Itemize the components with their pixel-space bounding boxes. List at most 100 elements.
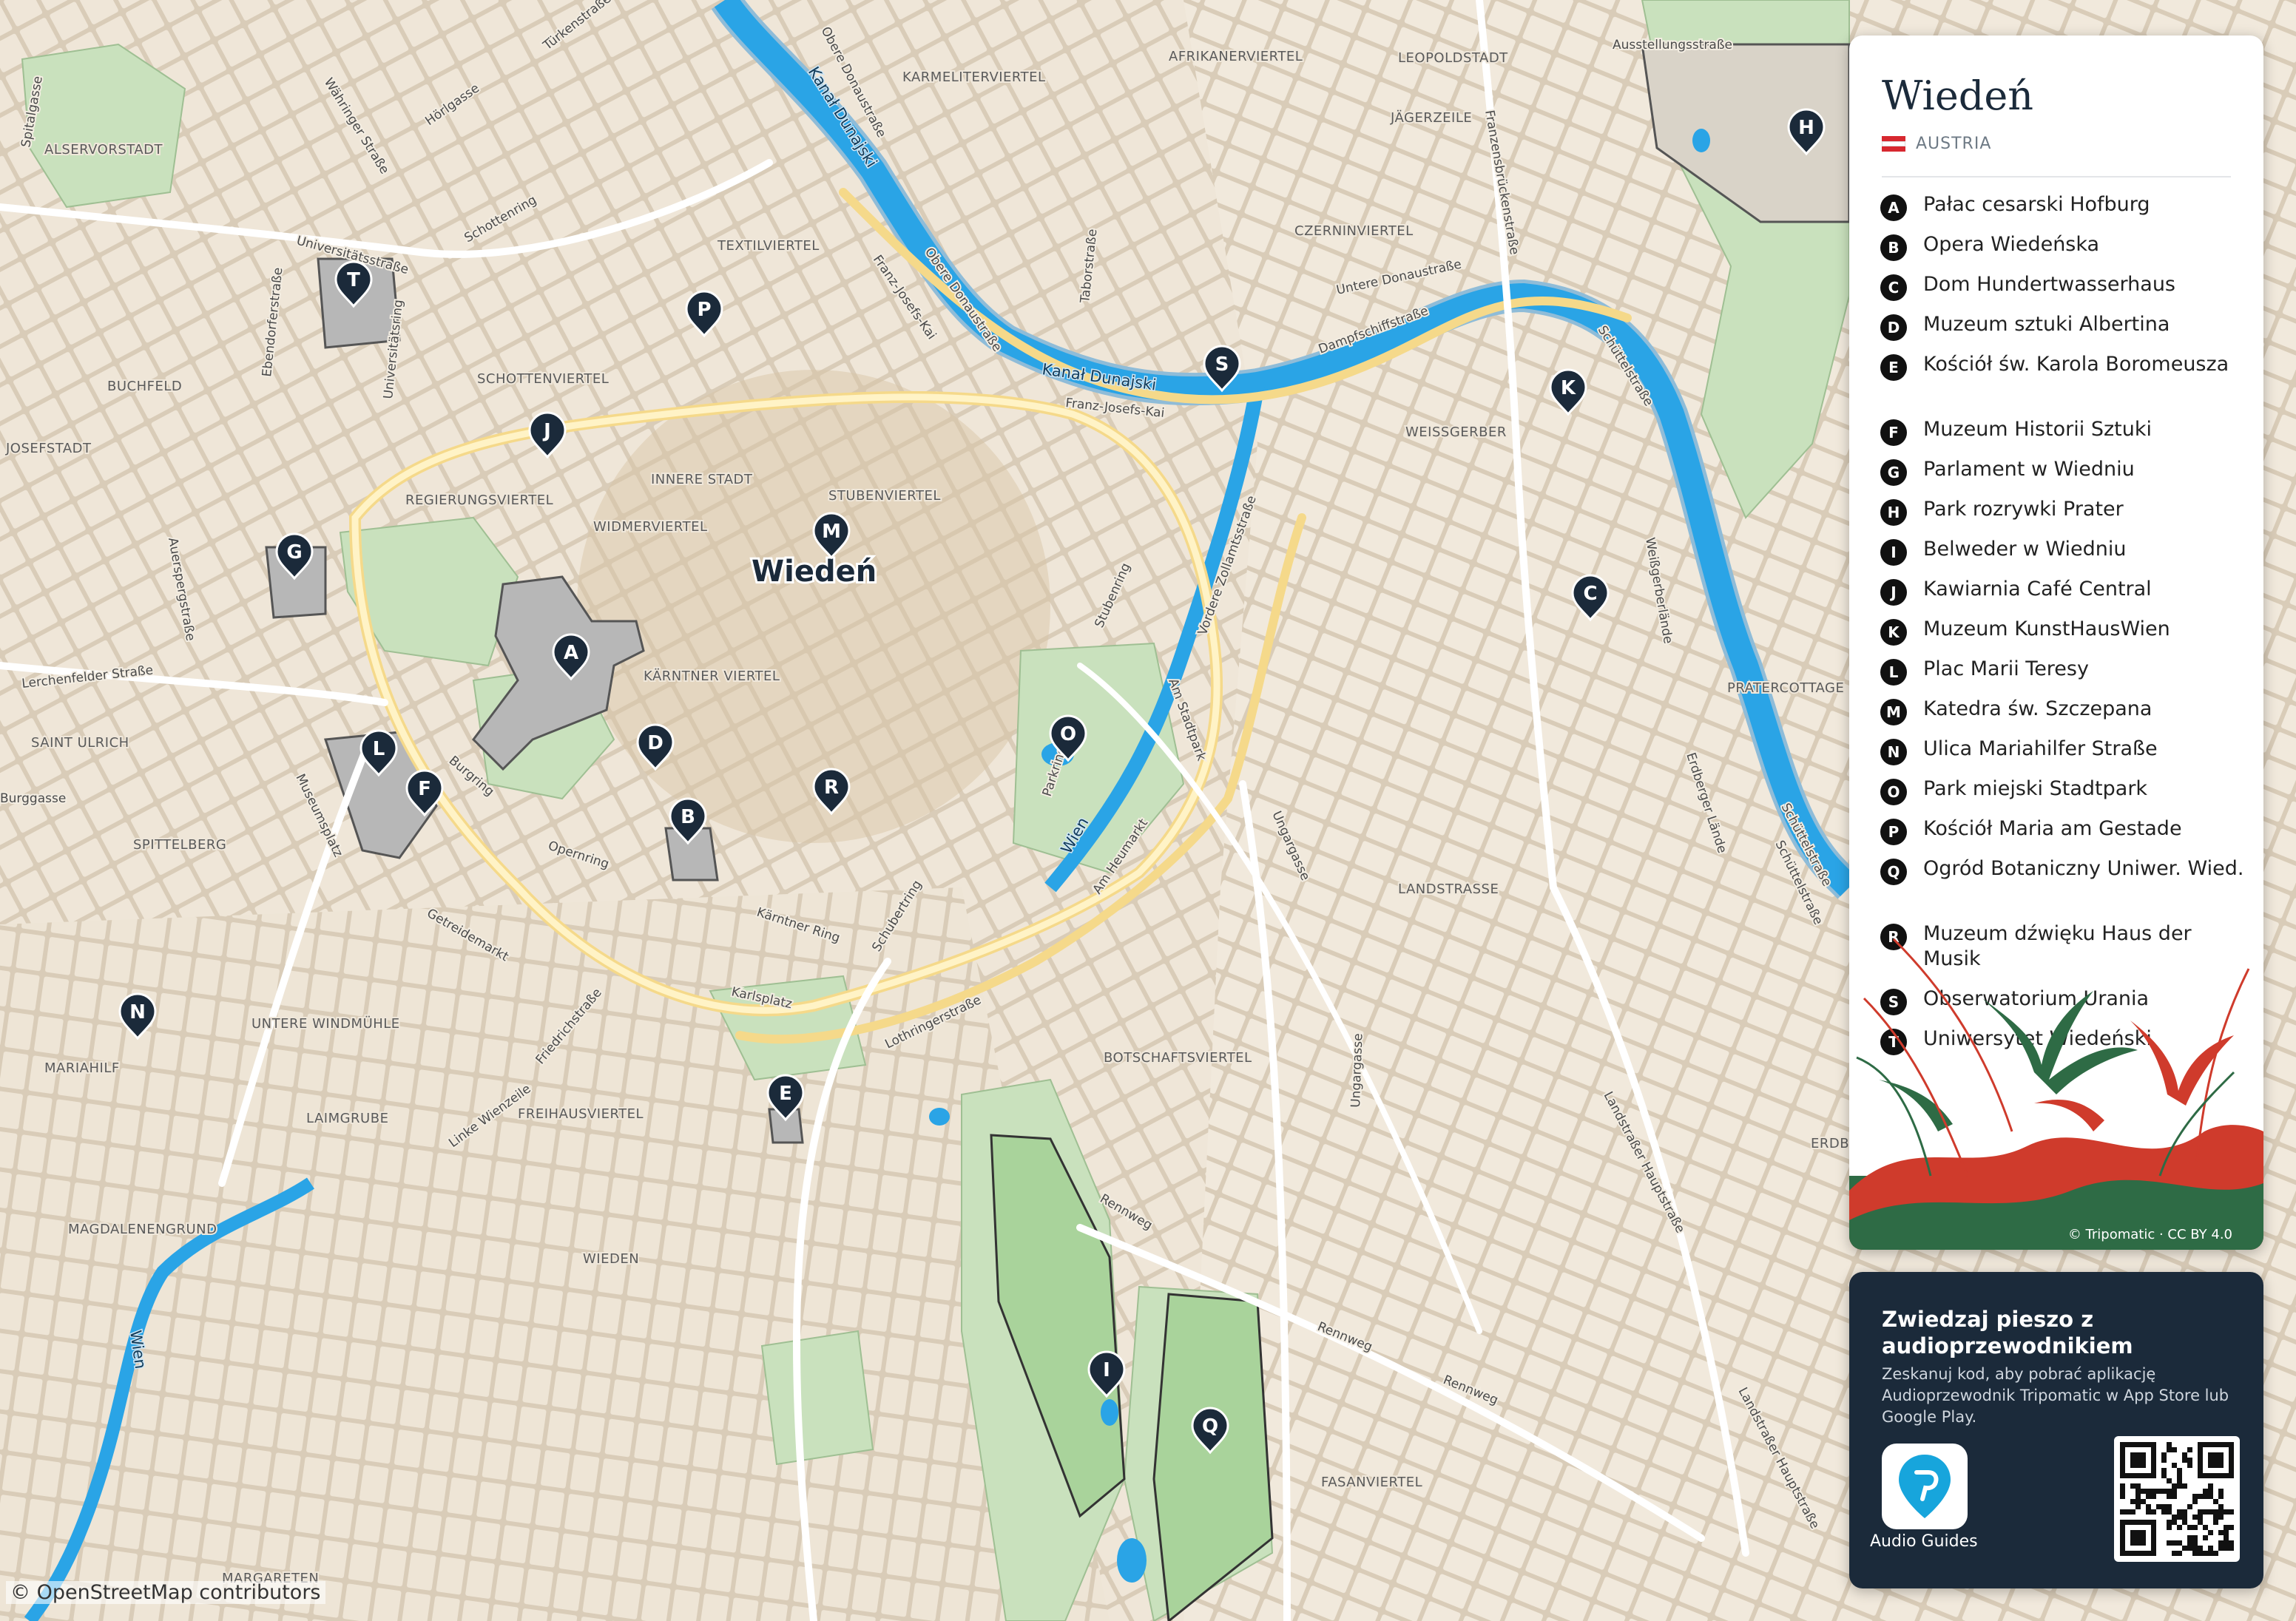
poi-item[interactable]: E Kościół św. Karola Boromeusza bbox=[1880, 352, 2250, 417]
poi-letter-badge: O bbox=[1880, 779, 1907, 805]
svg-text:SAINT ULRICH: SAINT ULRICH bbox=[31, 735, 129, 751]
svg-text:ALSERVORSTADT: ALSERVORSTADT bbox=[44, 142, 163, 158]
audio-guide-card: Zwiedzaj pieszo z audioprzewodnikiem Zes… bbox=[1849, 1272, 2263, 1588]
city-label: Wiedeń bbox=[752, 555, 877, 589]
qr-code-icon[interactable] bbox=[2114, 1436, 2240, 1562]
svg-text:KÄRNTNER VIERTEL: KÄRNTNER VIERTEL bbox=[644, 669, 780, 684]
poi-item[interactable]: B Opera Wiedeńska bbox=[1880, 232, 2250, 272]
svg-text:FREIHAUSVIERTEL: FREIHAUSVIERTEL bbox=[518, 1106, 644, 1122]
map-pin-letter: F bbox=[418, 778, 431, 800]
poi-name: Ulica Mariahilfer Straße bbox=[1923, 737, 2158, 760]
poi-item[interactable]: L Plac Marii Teresy bbox=[1880, 657, 2250, 697]
poi-item[interactable]: D Muzeum sztuki Albertina bbox=[1880, 312, 2250, 352]
poi-name: Muzeum KunstHausWien bbox=[1923, 617, 2170, 640]
map-pin-letter: H bbox=[1798, 117, 1814, 139]
poi-item[interactable]: F Muzeum Historii Sztuki bbox=[1880, 417, 2250, 457]
map-pin-letter: B bbox=[681, 806, 695, 828]
poi-name: Kościół Maria am Gestade bbox=[1923, 817, 2182, 840]
svg-text:TEXTILVIERTEL: TEXTILVIERTEL bbox=[717, 238, 820, 254]
map-pin-letter: E bbox=[779, 1083, 792, 1105]
poi-letter-badge: C bbox=[1880, 274, 1907, 301]
svg-text:WEISSGERBER: WEISSGERBER bbox=[1405, 424, 1507, 440]
poi-item[interactable]: N Ulica Mariahilfer Straße bbox=[1880, 737, 2250, 776]
map-pin-letter: D bbox=[647, 732, 664, 754]
poi-item[interactable]: A Pałac cesarski Hofburg bbox=[1880, 192, 2250, 232]
poi-letter-badge: B bbox=[1880, 234, 1907, 261]
map-pin-letter: C bbox=[1583, 583, 1597, 605]
poi-letter-badge: P bbox=[1880, 819, 1907, 845]
poi-name: Opera Wiedeńska bbox=[1923, 233, 2100, 256]
svg-text:Ausstellungsstraße: Ausstellungsstraße bbox=[1613, 38, 1732, 53]
svg-text:CZERNINVIERTEL: CZERNINVIERTEL bbox=[1294, 223, 1414, 239]
poi-name: Plac Marii Teresy bbox=[1923, 657, 2089, 680]
svg-text:STUBENVIERTEL: STUBENVIERTEL bbox=[828, 488, 941, 504]
poi-item[interactable]: P Kościół Maria am Gestade bbox=[1880, 816, 2250, 856]
svg-text:JOSEFSTADT: JOSEFSTADT bbox=[5, 441, 92, 456]
map-pin-letter: O bbox=[1060, 723, 1076, 745]
svg-text:BUCHFELD: BUCHFELD bbox=[107, 379, 182, 394]
svg-text:WIDMERVIERTEL: WIDMERVIERTEL bbox=[593, 519, 707, 535]
guide-title: Zwiedzaj pieszo z audioprzewodnikiem bbox=[1882, 1307, 2133, 1358]
svg-text:UNTERE WINDMÜHLE: UNTERE WINDMÜHLE bbox=[251, 1015, 400, 1032]
map-pin-letter: G bbox=[286, 541, 302, 564]
poi-letter-badge: I bbox=[1880, 539, 1907, 566]
poi-item[interactable]: K Muzeum KunstHausWien bbox=[1880, 617, 2250, 657]
svg-text:KARMELITERVIERTEL: KARMELITERVIERTEL bbox=[902, 70, 1046, 85]
austria-flag-icon bbox=[1882, 135, 1905, 152]
poi-name: Park miejski Stadtpark bbox=[1923, 777, 2148, 800]
poi-name: Kościół św. Karola Boromeusza bbox=[1923, 353, 2229, 376]
guide-text: Zeskanuj kod, aby pobrać aplikację Audio… bbox=[1882, 1365, 2229, 1426]
poi-item[interactable]: H Park rozrywki Prater bbox=[1880, 497, 2250, 537]
map-pin-letter: S bbox=[1215, 353, 1229, 376]
svg-text:MAGDALENENGRUND: MAGDALENENGRUND bbox=[68, 1222, 217, 1237]
svg-text:JÄGERZEILE: JÄGERZEILE bbox=[1390, 110, 1472, 126]
svg-text:FASANVIERTEL: FASANVIERTEL bbox=[1321, 1475, 1422, 1490]
poi-name: Ogród Botaniczny Uniwer. Wied. bbox=[1923, 857, 2244, 880]
map-pin-letter: T bbox=[347, 269, 360, 291]
map-pin-letter: A bbox=[564, 642, 578, 664]
poi-letter-badge: M bbox=[1880, 699, 1907, 725]
svg-text:INNERE STADT: INNERE STADT bbox=[651, 472, 753, 487]
svg-text:AFRIKANERVIERTEL: AFRIKANERVIERTEL bbox=[1169, 49, 1303, 64]
poi-item[interactable]: J Kawiarnia Café Central bbox=[1880, 577, 2250, 617]
svg-text:Burggasse: Burggasse bbox=[0, 791, 66, 806]
poi-letter-badge: G bbox=[1880, 459, 1907, 486]
poi-name: Park rozrywki Prater bbox=[1923, 498, 2124, 521]
poi-letter-badge: F bbox=[1880, 419, 1907, 446]
country-name: AUSTRIA bbox=[1916, 135, 1992, 153]
map-pin-letter: N bbox=[129, 1001, 146, 1023]
poi-name: Muzeum Historii Sztuki bbox=[1923, 418, 2152, 441]
map-pin-letter: K bbox=[1561, 377, 1576, 399]
map-pin-letter: I bbox=[1103, 1359, 1110, 1381]
svg-text:SPITTELBERG: SPITTELBERG bbox=[133, 837, 226, 853]
poi-item[interactable]: O Park miejski Stadtpark bbox=[1880, 776, 2250, 816]
poi-letter-badge: H bbox=[1880, 499, 1907, 526]
svg-text:MARIAHILF: MARIAHILF bbox=[44, 1060, 120, 1076]
poi-item[interactable]: I Belweder w Wiedniu bbox=[1880, 537, 2250, 577]
poi-name: Dom Hundertwasserhaus bbox=[1923, 273, 2175, 296]
map-pin-letter: M bbox=[822, 521, 841, 543]
poi-name: Kawiarnia Café Central bbox=[1923, 578, 2152, 600]
map-pin-letter: J bbox=[542, 420, 551, 442]
svg-text:SCHOTTENVIERTEL: SCHOTTENVIERTEL bbox=[477, 371, 609, 387]
map-pin-letter: R bbox=[824, 776, 839, 799]
city-blocks-south bbox=[0, 887, 1110, 1621]
app-icon[interactable] bbox=[1882, 1444, 1968, 1529]
tripomatic-credit: © Tripomatic · CC BY 4.0 bbox=[2067, 1227, 2232, 1242]
poi-letter-badge: J bbox=[1880, 579, 1907, 606]
poi-item[interactable]: C Dom Hundertwasserhaus bbox=[1880, 272, 2250, 312]
poi-item[interactable]: M Katedra św. Szczepana bbox=[1880, 697, 2250, 737]
poi-letter-badge: E bbox=[1880, 354, 1907, 381]
poi-letter-badge: Q bbox=[1880, 859, 1907, 885]
poi-name: Muzeum sztuki Albertina bbox=[1923, 313, 2170, 336]
svg-text:BOTSCHAFTSVIERTEL: BOTSCHAFTSVIERTEL bbox=[1104, 1050, 1252, 1066]
map-attribution: © OpenStreetMap contributors bbox=[6, 1581, 325, 1604]
poi-letter-badge: N bbox=[1880, 739, 1907, 765]
poi-name: Katedra św. Szczepana bbox=[1923, 697, 2152, 720]
app-label: Audio Guides bbox=[1870, 1532, 1978, 1551]
map-pin-letter: Q bbox=[1202, 1415, 1218, 1438]
svg-text:REGIERUNGSVIERTEL: REGIERUNGSVIERTEL bbox=[405, 493, 553, 508]
svg-text:PRATERCOTTAGE: PRATERCOTTAGE bbox=[1727, 680, 1844, 696]
map-pin-icon bbox=[1899, 1455, 1951, 1518]
poi-item[interactable]: G Parlament w Wiedniu bbox=[1880, 457, 2250, 497]
